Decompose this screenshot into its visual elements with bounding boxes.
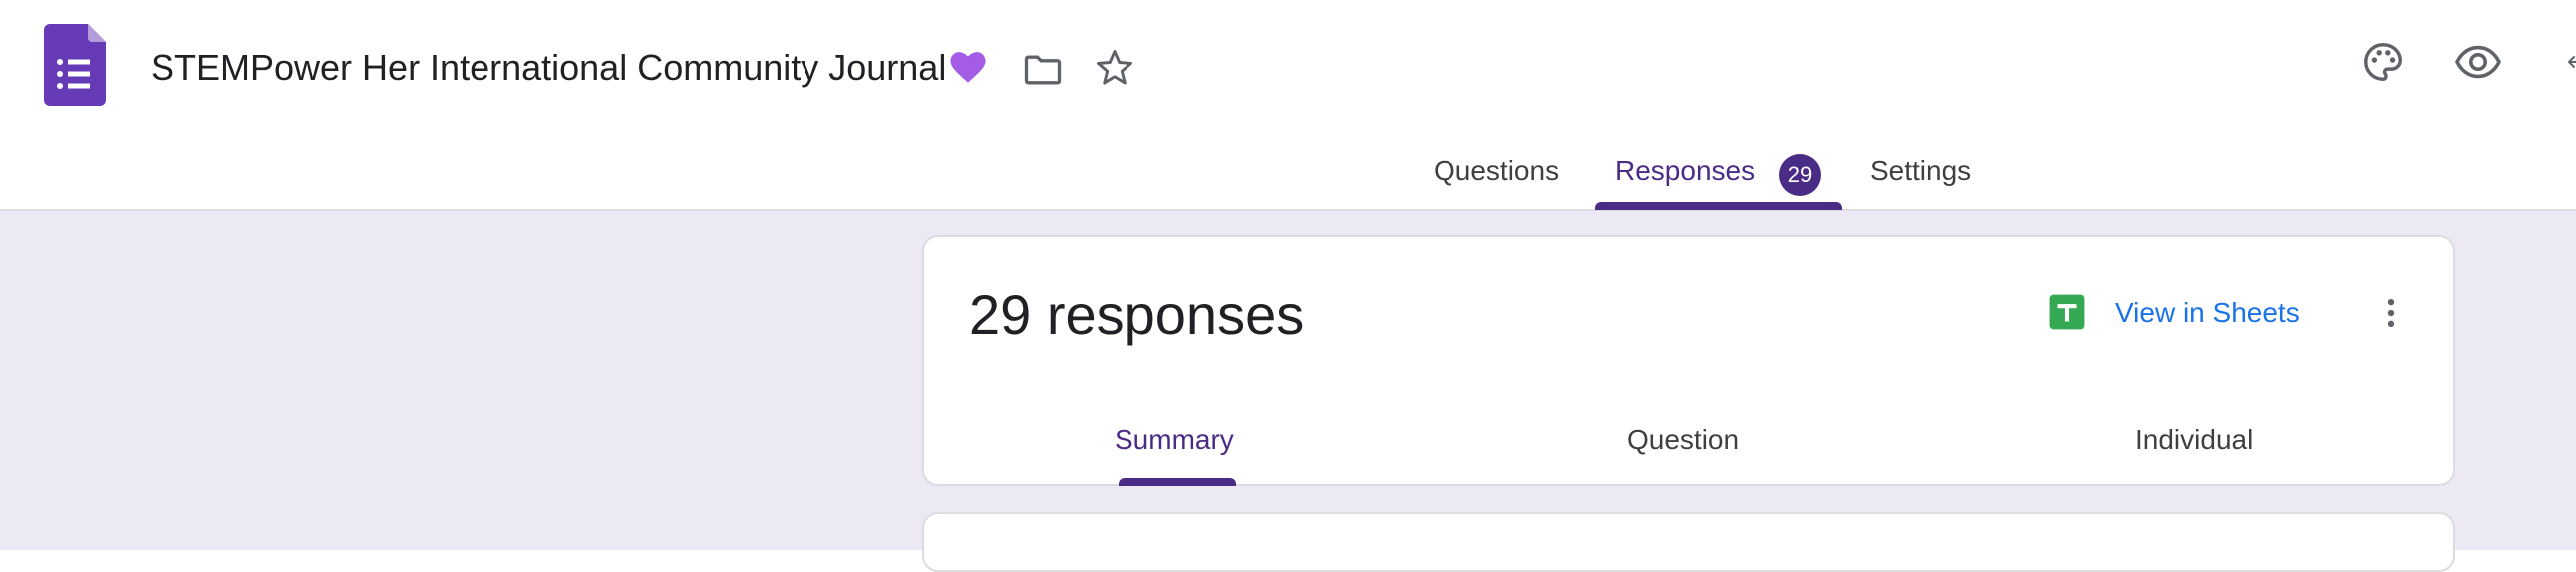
undo-button[interactable]	[2548, 34, 2576, 90]
customize-theme-button[interactable]	[2355, 34, 2411, 90]
form-title[interactable]: STEMPower Her International Community Jo…	[151, 44, 946, 92]
tab-questions[interactable]: Questions	[1434, 140, 1559, 211]
star-icon	[1097, 50, 1132, 85]
active-subtab-indicator	[1119, 478, 1236, 486]
responses-count-badge: 29	[1779, 154, 1821, 196]
app-header: STEMPower Her International Community Jo…	[0, 0, 2576, 211]
folder-icon	[1024, 55, 1062, 85]
purple-heart-icon	[950, 52, 986, 83]
form-tabs: Questions Responses Settings	[0, 140, 2576, 211]
more-vert-icon	[2387, 299, 2395, 327]
star-button[interactable]	[1089, 42, 1140, 94]
preview-button[interactable]	[2450, 34, 2506, 90]
subtab-question[interactable]: Question	[1627, 421, 1739, 460]
google-sheets-icon[interactable]	[2048, 293, 2086, 331]
tab-settings[interactable]: Settings	[1870, 140, 1971, 211]
palette-icon	[2364, 43, 2402, 81]
eye-icon	[2454, 45, 2502, 79]
subtab-individual[interactable]: Individual	[2135, 421, 2253, 460]
google-forms-icon[interactable]	[44, 24, 106, 106]
undo-icon	[2567, 56, 2576, 68]
tab-responses[interactable]: Responses	[1615, 140, 1755, 211]
active-tab-indicator	[1595, 202, 1842, 210]
responses-count-heading: 29 responses	[969, 283, 1305, 346]
more-options-button[interactable]	[2367, 289, 2415, 337]
move-to-folder-button[interactable]	[1017, 44, 1069, 96]
subtab-summary[interactable]: Summary	[1115, 421, 1234, 460]
next-card	[922, 512, 2455, 572]
view-in-sheets-link[interactable]: View in Sheets	[2115, 295, 2300, 331]
